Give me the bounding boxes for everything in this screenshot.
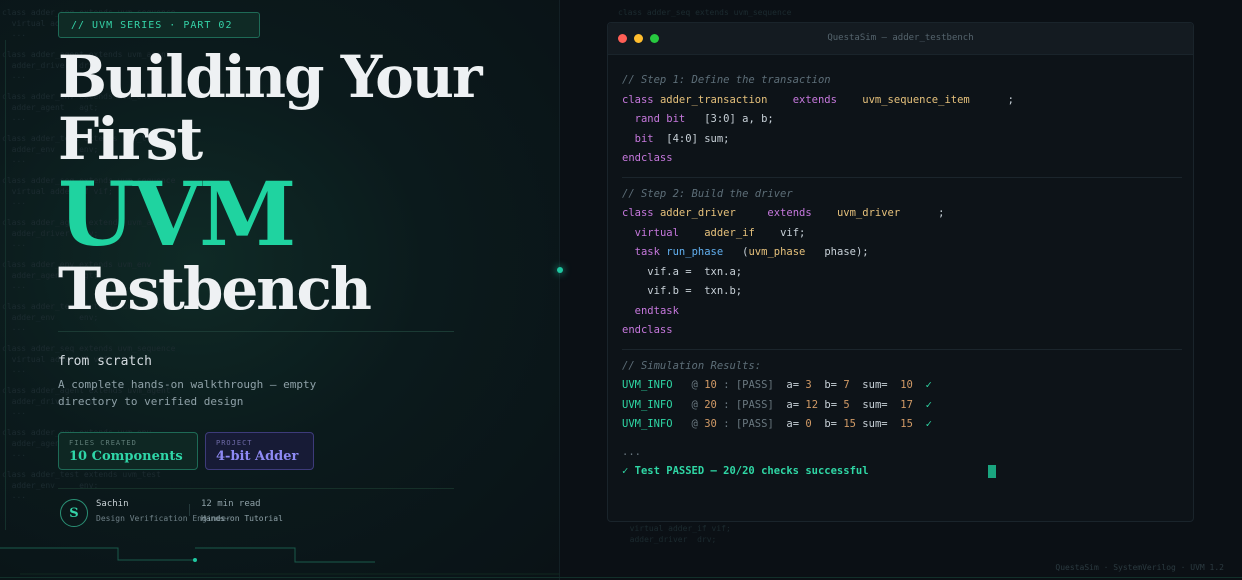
- meta-separator: [189, 504, 190, 516]
- glow-dot: [557, 267, 563, 273]
- title-divider: [58, 331, 454, 332]
- project-label: PROJECT: [216, 439, 253, 447]
- code-divider: [622, 176, 1182, 178]
- code-line: vif.b = txn.b;: [647, 285, 743, 297]
- article-type: Hands-on Tutorial: [201, 514, 283, 523]
- files-created-card: FILES CREATED 10 Components: [58, 432, 198, 470]
- code-comment: // Step 2: Build the driver: [622, 187, 793, 200]
- code-editor: // Step 1: Define the transaction class …: [622, 71, 1182, 482]
- code-line: task run_phase (uvm_phase phase);: [634, 246, 869, 258]
- author-name: Sachin: [96, 499, 129, 509]
- description: A complete hands-on walkthrough — empty …: [58, 378, 317, 408]
- avatar: S: [60, 499, 88, 527]
- result-row: UVM_INFO @ 10 : [PASS] a= 3 b= 7 sum= 10…: [622, 379, 932, 391]
- bottom-border: [0, 577, 1242, 578]
- project-value: 4-bit Adder: [216, 449, 299, 464]
- code-line: rand bit [3:0] a, b;: [634, 113, 774, 125]
- test-result-line: ✓ Test PASSED — 20/20 checks successful: [622, 462, 1182, 482]
- code-line: endclass: [622, 324, 673, 336]
- subtitle: from scratch: [58, 354, 152, 369]
- read-time: 12 min read: [201, 499, 261, 509]
- series-badge: // UVM SERIES · PART 02: [58, 12, 260, 38]
- files-created-value: 10 Components: [69, 449, 183, 464]
- vertical-divider: [559, 0, 560, 580]
- code-comment: // Simulation Results:: [622, 359, 762, 372]
- result-row: UVM_INFO @ 30 : [PASS] a= 0 b= 15 sum= 1…: [622, 418, 932, 430]
- code-line: endclass: [622, 152, 673, 164]
- code-line: bit [4:0] sum;: [634, 132, 730, 145]
- code-divider: [622, 348, 1182, 350]
- code-line: class adder_transaction extends uvm_sequ…: [622, 93, 1014, 106]
- page-title: Building Your First UVM Testbench: [58, 43, 483, 323]
- code-line: vif.a = txn.a;: [647, 265, 743, 278]
- files-created-label: FILES CREATED: [69, 439, 137, 447]
- title-line-1: Building Your: [58, 43, 483, 111]
- window-titlebar[interactable]: QuestaSim — adder_testbench: [608, 23, 1193, 55]
- results-list: UVM_INFO @ 10 : [PASS] a= 3 b= 7 sum= 10…: [622, 376, 1182, 435]
- terminal-cursor: [988, 464, 997, 478]
- test-passed-message: ✓ Test PASSED — 20/20 checks successful: [622, 465, 869, 477]
- ellipsis: ...: [622, 445, 641, 458]
- project-card: PROJECT 4-bit Adder: [205, 432, 314, 470]
- title-line-4: Testbench: [58, 255, 372, 323]
- code-line: class adder_driver extends uvm_driver ;: [622, 207, 945, 219]
- window-title: QuestaSim — adder_testbench: [827, 33, 974, 43]
- code-line: endtask: [634, 304, 679, 317]
- code-line: virtual adder_if vif;: [634, 226, 806, 239]
- simulator-window: QuestaSim — adder_testbench // Step 1: D…: [607, 22, 1194, 522]
- author-divider: [58, 488, 454, 489]
- code-comment: // Step 1: Define the transaction: [622, 74, 831, 86]
- circuit-trace-decoration: [0, 547, 560, 575]
- background-code-texture-bottom: virtual adder_if vif; adder_driver drv;: [629, 524, 731, 544]
- accent-line: [5, 40, 6, 530]
- result-row: UVM_INFO @ 20 : [PASS] a= 12 b= 5 sum= 1…: [622, 398, 932, 411]
- title-highlight: UVM: [58, 162, 296, 266]
- footer-tech-stack: QuestaSim · SystemVerilog · UVM 1.2: [1055, 563, 1224, 572]
- title-line-2: First: [58, 105, 203, 173]
